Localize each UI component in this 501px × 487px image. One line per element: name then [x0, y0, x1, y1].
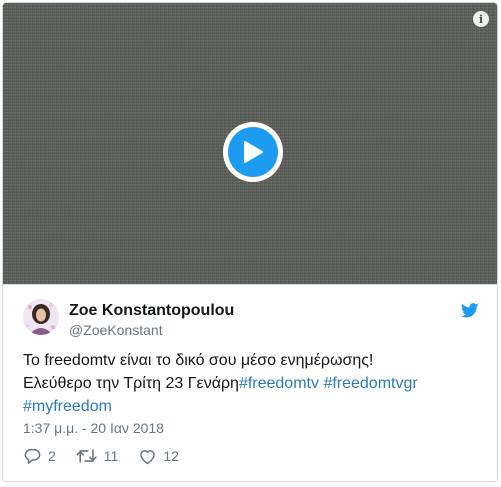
author-name[interactable]: Zoe Konstantopoulou: [69, 302, 234, 320]
author-handle[interactable]: @ZoeKonstant: [69, 322, 163, 338]
reply-button[interactable]: 2: [23, 447, 56, 465]
tweet-text: Το freedomtv είναι το δικό σου μέσο ενημ…: [23, 349, 483, 418]
heart-icon: [140, 449, 156, 464]
tweet-embed-card: i Zoe Konstantopoulou @ZoeKonstant Το fr…: [2, 2, 498, 482]
like-button[interactable]: 12: [138, 448, 179, 465]
like-count: 12: [163, 448, 179, 464]
tweet-line-2-text: Ελεύθερο την Τρίτη 23 Γενάρη: [23, 375, 239, 392]
retweet-button[interactable]: 11: [76, 448, 119, 464]
tweet-line-2: Ελεύθερο την Τρίτη 23 Γενάρη#freedomtv #…: [23, 372, 483, 395]
hashtag-myfreedom[interactable]: #myfreedom: [23, 398, 112, 415]
reply-count: 2: [48, 448, 56, 464]
tweet-line-3: #myfreedom: [23, 395, 483, 418]
twitter-bird-icon[interactable]: [460, 303, 479, 323]
tweet-line-1: Το freedomtv είναι το δικό σου μέσο ενημ…: [23, 352, 374, 369]
hashtag-freedomtv[interactable]: #freedomtv: [239, 375, 319, 392]
info-icon: i: [478, 12, 484, 26]
tweet-body: Zoe Konstantopoulou @ZoeKonstant Το free…: [3, 285, 497, 481]
tweet-actions: 2 11 12: [23, 447, 199, 465]
hashtag-freedomtvgr[interactable]: #freedomtvgr: [323, 375, 417, 392]
retweet-count: 11: [103, 448, 119, 464]
video-thumbnail[interactable]: i: [3, 3, 497, 285]
info-button[interactable]: i: [473, 11, 489, 27]
play-icon: [244, 141, 263, 163]
reply-icon: [24, 448, 41, 464]
avatar[interactable]: [23, 299, 59, 335]
play-button[interactable]: [223, 122, 283, 182]
retweet-icon: [76, 449, 97, 463]
timestamp[interactable]: 1:37 μ.μ. - 20 Ιαν 2018: [23, 420, 164, 436]
